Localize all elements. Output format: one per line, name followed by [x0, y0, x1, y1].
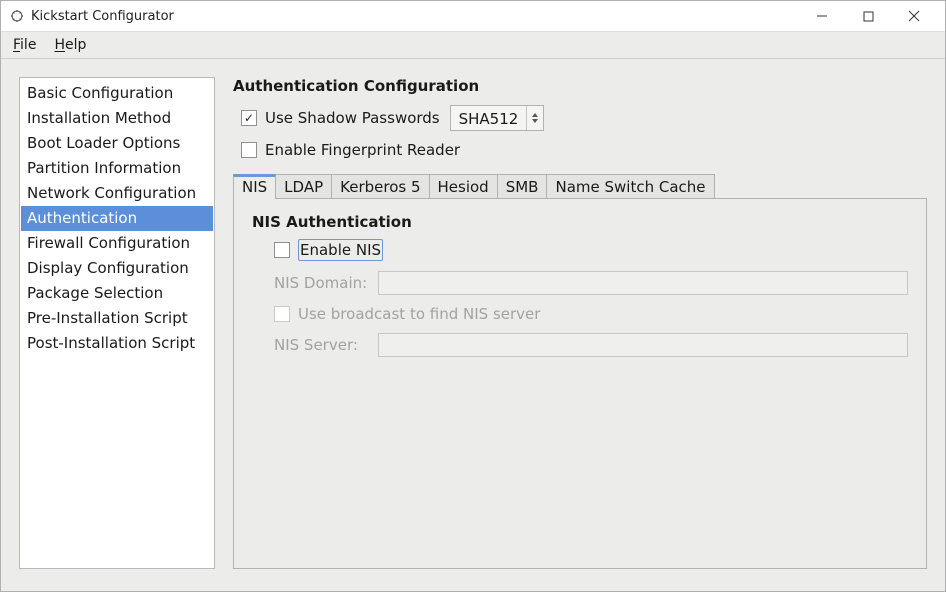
enable-fingerprint-option[interactable]: Enable Fingerprint Reader [241, 141, 460, 159]
shadow-passwords-row: Use Shadow Passwords SHA512 [233, 105, 927, 131]
tab-hesiod[interactable]: Hesiod [429, 174, 498, 199]
tab-kerberos5[interactable]: Kerberos 5 [331, 174, 429, 199]
sidebar-item-network-configuration[interactable]: Network Configuration [21, 181, 213, 206]
enable-nis-checkbox[interactable] [274, 242, 290, 258]
menu-help[interactable]: Help [46, 35, 94, 55]
minimize-button[interactable] [799, 1, 845, 31]
nis-domain-row: NIS Domain: [274, 271, 908, 295]
enable-nis-focus-ring: Enable NIS [298, 239, 383, 261]
use-shadow-passwords-option[interactable]: Use Shadow Passwords [241, 109, 440, 127]
fingerprint-row: Enable Fingerprint Reader [233, 141, 927, 159]
hash-algorithm-value: SHA512 [451, 106, 527, 130]
combo-spinner-icon [526, 106, 543, 130]
sidebar-item-partition-information[interactable]: Partition Information [21, 156, 213, 181]
close-button[interactable] [891, 1, 937, 31]
sidebar-item-package-selection[interactable]: Package Selection [21, 281, 213, 306]
nis-broadcast-row: Use broadcast to find NIS server [274, 305, 908, 323]
nis-server-label: NIS Server: [274, 336, 368, 354]
client-area: Basic Configuration Installation Method … [1, 59, 945, 591]
menu-file[interactable]: File [5, 35, 44, 55]
window-title: Kickstart Configurator [31, 9, 174, 24]
nis-domain-input [378, 271, 908, 295]
app-icon [9, 8, 25, 24]
sidebar-item-basic-configuration[interactable]: Basic Configuration [21, 81, 213, 106]
menu-help-label: elp [65, 37, 86, 53]
nis-domain-label: NIS Domain: [274, 274, 368, 292]
enable-fingerprint-checkbox[interactable] [241, 142, 257, 158]
nis-authentication-title: NIS Authentication [252, 213, 908, 231]
menu-file-label: ile [20, 37, 36, 53]
sidebar-item-pre-installation-script[interactable]: Pre-Installation Script [21, 306, 213, 331]
hash-algorithm-select[interactable]: SHA512 [450, 105, 545, 131]
nis-server-row: NIS Server: [274, 333, 908, 357]
enable-nis-option[interactable]: Enable NIS [274, 239, 908, 261]
minimize-icon [816, 10, 828, 22]
maximize-button[interactable] [845, 1, 891, 31]
use-shadow-passwords-checkbox[interactable] [241, 110, 257, 126]
tab-name-switch-cache[interactable]: Name Switch Cache [546, 174, 714, 199]
nis-broadcast-checkbox [274, 306, 290, 322]
close-icon [908, 10, 920, 22]
tab-smb[interactable]: SMB [497, 174, 548, 199]
use-shadow-passwords-label: Use Shadow Passwords [265, 109, 440, 127]
tab-ldap[interactable]: LDAP [275, 174, 332, 199]
nis-broadcast-option: Use broadcast to find NIS server [274, 305, 540, 323]
sidebar-item-display-configuration[interactable]: Display Configuration [21, 256, 213, 281]
nis-broadcast-label: Use broadcast to find NIS server [298, 305, 540, 323]
sidebar-item-authentication[interactable]: Authentication [21, 206, 213, 231]
main-panel: Authentication Configuration Use Shadow … [233, 77, 927, 569]
auth-tabstrip: NIS LDAP Kerberos 5 Hesiod SMB Name Swit… [233, 173, 927, 198]
enable-fingerprint-label: Enable Fingerprint Reader [265, 141, 460, 159]
sidebar-item-firewall-configuration[interactable]: Firewall Configuration [21, 231, 213, 256]
nis-server-input [378, 333, 908, 357]
sidebar-item-boot-loader-options[interactable]: Boot Loader Options [21, 131, 213, 156]
sidebar-item-post-installation-script[interactable]: Post-Installation Script [21, 331, 213, 356]
page-title: Authentication Configuration [233, 77, 927, 95]
enable-nis-label: Enable NIS [300, 241, 381, 259]
sidebar-item-installation-method[interactable]: Installation Method [21, 106, 213, 131]
maximize-icon [863, 11, 874, 22]
sidebar: Basic Configuration Installation Method … [19, 77, 215, 569]
menubar: File Help [1, 32, 945, 59]
app-window: Kickstart Configurator File Help Basic C… [0, 0, 946, 592]
titlebar: Kickstart Configurator [1, 1, 945, 32]
nis-tabpanel: NIS Authentication Enable NIS NIS Domain… [233, 198, 927, 569]
tab-nis[interactable]: NIS [233, 174, 276, 199]
nis-form: Enable NIS NIS Domain: Use broadcast to … [274, 239, 908, 357]
